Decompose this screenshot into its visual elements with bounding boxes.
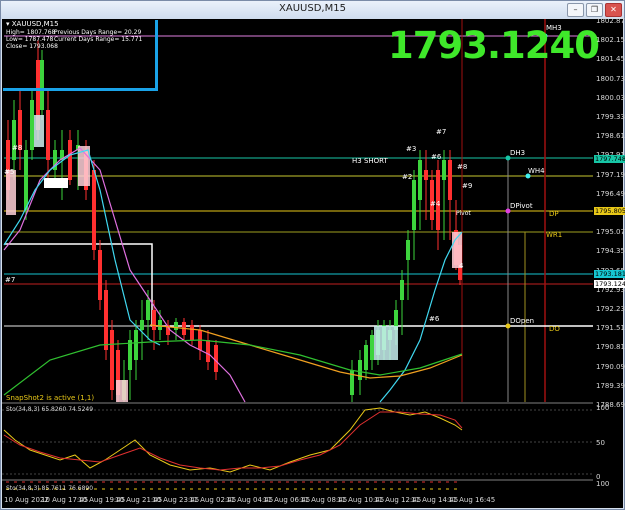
price-scale-label: 1791.516 [596,324,625,333]
candle-body [400,280,404,300]
price-scale-label: 1799.336 [596,113,625,121]
time-axis-label: 11 Aug 16:45 [448,496,496,504]
candle-body [30,100,34,150]
symbol-text: XAUUSD,M15 [11,20,59,28]
highlight-box [374,326,398,360]
highlight-box [34,115,44,147]
info-curr-range: Current Days Range= 15.771 [54,36,143,43]
price-scale-label: 1794.356 [596,247,625,256]
info-close: Close= 1793.068 [6,43,58,50]
price-tag: 1793.124 [594,280,625,288]
pivot-label: Pivot [456,210,471,217]
stoch-signal [3,411,463,471]
price-scale-label: 1790.096 [596,362,625,371]
candle-body [46,110,50,160]
marker-label: #6 [431,153,442,161]
candle-body [412,180,416,230]
price-tag: 1797.748 [594,155,625,163]
price-scale-label: 1800.736 [596,74,625,83]
candle-body [98,250,102,300]
marker-label: #8 [457,163,468,171]
price-scale-label: 1798.616 [596,132,625,141]
candle-body [92,170,96,250]
marker-label: #4 [430,200,441,208]
level-wh4: WH4 [528,167,545,175]
price-scale-label: 1802.156 [596,36,625,45]
candle-body [24,150,28,210]
highlight-box [44,178,68,188]
candle-body [442,160,446,180]
price-scale-label: 1789.396 [596,381,625,390]
marker-label: #6 [429,315,440,323]
price-tag: 1795.805 [594,207,625,215]
candle-body [190,325,194,340]
candle-body [134,330,138,360]
stoch1-scale-label: 50 [596,439,605,447]
stoch-main [3,407,463,473]
marker-label: #7 [436,128,447,136]
price-scale-label: 1792.236 [596,305,625,313]
level-mh3: MH3 [546,24,562,32]
snapshot-text: SnapShot2 is active (1,1) [6,394,95,402]
info-high: High= 1807.768 [6,29,56,36]
candle-body [406,240,410,260]
marker-label: 4 [459,262,464,270]
price-scale-label: 1788.696 [596,401,625,409]
level-dopen: DOpen [510,317,535,325]
candle-body [68,140,72,180]
level-do: DO [549,325,560,333]
h3-short-label: H3 SHORT [352,157,388,165]
level-wr1: WR1 [546,231,563,239]
candle-body [174,322,178,330]
level-dp: DP [549,210,559,218]
marker-label: #2 [402,173,413,181]
price-scale-label: 1797.196 [596,170,625,179]
candle-body [158,320,162,330]
price-tag: 1793.181 [594,270,625,278]
marker-label: #7 [5,276,16,284]
symbol-label: ▾ XAUUSD,M15 [6,20,59,28]
price-scale-label: 1796.496 [596,189,625,198]
price-scale-label: 1790.816 [596,343,625,352]
candle-body [358,360,362,380]
level-dh3: DH3 [510,149,526,157]
candle-body [110,330,114,390]
candle-body [214,345,218,372]
marker-label: #9 [462,182,473,190]
info-low: Low= 1787.478 [6,36,54,43]
price-scale-label: 1795.076 [596,228,625,237]
candle-body [152,310,156,330]
big-price: 1793.1240 [388,24,600,67]
candle-body [146,300,150,320]
stoch1-label: Sto(34,8,3) 65.8260 74.5249 [6,406,94,413]
candle-body [418,160,422,200]
marker-label: #8 [12,144,23,152]
candle-body [12,120,16,160]
price-scale-label: 1801.456 [596,55,625,64]
candle-body [104,290,108,350]
price-scale-label: 1800.036 [596,93,625,102]
ma-orange [149,324,463,379]
candle-body [140,320,144,330]
candle-body [370,335,374,360]
info-prev-range: Previous Days Range= 20.29 [54,29,142,36]
marker-label: #5 [4,168,15,176]
marker-label: #3 [406,145,417,153]
candle-body [424,170,428,180]
highlight-box [116,380,128,402]
triangle-icon: ▾ [6,20,10,28]
price-scale-label: 1802.876 [596,17,625,25]
candle-body [206,340,210,362]
stoch2-label: Sto(34,8,3) 85.7611 76.6890 [6,485,94,492]
highlight-box [6,170,16,215]
level-dpivot: DPivot [510,202,533,210]
candle-body [364,345,368,370]
stoch2-scale-label: 100 [596,480,610,488]
candle-body [128,340,132,370]
pivot-line [4,243,593,327]
candle-body [448,160,452,200]
